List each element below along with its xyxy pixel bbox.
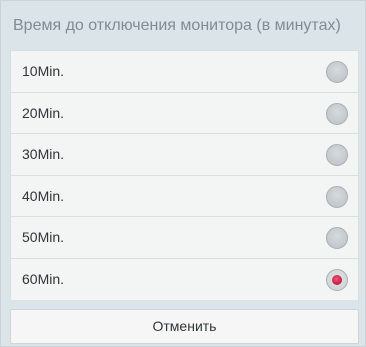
option-30min[interactable]: 30Min.	[11, 134, 358, 176]
option-label: 40Min.	[22, 187, 65, 204]
option-20min[interactable]: 20Min.	[11, 92, 358, 134]
option-label: 20Min.	[22, 104, 65, 121]
cancel-button[interactable]: Отменить	[10, 309, 359, 344]
option-label: 60Min.	[22, 270, 65, 287]
option-50min[interactable]: 50Min.	[11, 217, 358, 259]
radio-selected-icon[interactable]	[326, 268, 348, 291]
option-10min[interactable]: 10Min.	[11, 51, 358, 93]
radio-unselected-icon[interactable]	[326, 185, 348, 208]
radio-unselected-icon[interactable]	[326, 227, 348, 249]
option-label: 50Min.	[22, 229, 65, 245]
radio-unselected-icon[interactable]	[326, 102, 348, 125]
dialog-title: Время до отключения монитора (в минутах)	[13, 17, 341, 34]
radio-unselected-icon[interactable]	[326, 61, 348, 83]
option-60min[interactable]: 60Min.	[11, 258, 358, 300]
monitor-timeout-dialog: Время до отключения монитора (в минутах)…	[0, 0, 366, 347]
option-label: 10Min.	[22, 63, 65, 79]
radio-unselected-icon[interactable]	[326, 144, 348, 166]
option-40min[interactable]: 40Min.	[11, 175, 358, 217]
timeout-options-list: 10Min. 20Min. 30Min. 40Min. 50Min. 60Min…	[10, 50, 359, 300]
option-label: 30Min.	[22, 146, 65, 162]
